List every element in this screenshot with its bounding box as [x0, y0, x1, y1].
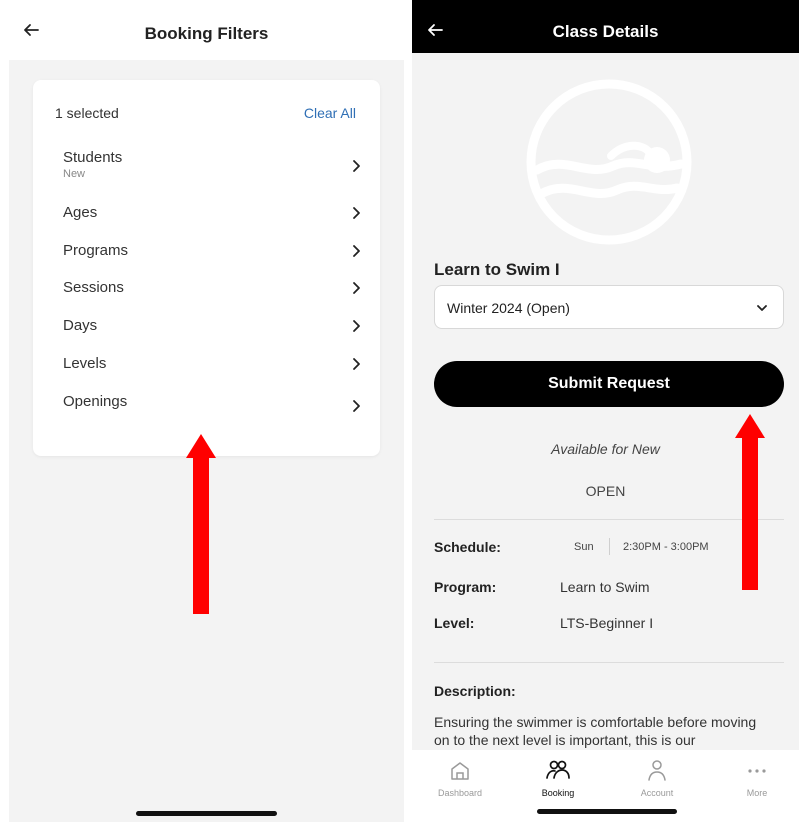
tab-account[interactable]: Account [617, 758, 697, 798]
filter-label: Ages [63, 204, 98, 221]
home-icon [451, 762, 469, 780]
filter-sublabel: New [63, 168, 86, 180]
filter-label: Openings [63, 393, 128, 410]
class-details-screen: Class Details Learn to Swim I Winter 202… [412, 0, 799, 820]
filter-item-days[interactable]: Days [63, 317, 360, 347]
person-icon [648, 760, 666, 781]
description-label: Description: [434, 683, 516, 699]
divider [434, 519, 784, 520]
filter-item-sessions[interactable]: Sessions [63, 279, 360, 309]
red-arrow-annotation-right [735, 414, 765, 590]
red-arrow-annotation-left [186, 434, 216, 614]
chevron-right-icon [353, 160, 360, 172]
filter-label: Students [63, 149, 123, 166]
booking-filters-screen: Booking Filters 1 selected Clear All Stu… [9, 0, 404, 822]
booking-filters-header: Booking Filters [9, 0, 404, 60]
filter-label: Programs [63, 242, 129, 259]
submit-request-button[interactable]: Submit Request [434, 361, 784, 407]
chevron-right-icon [353, 358, 360, 370]
divider [434, 662, 784, 663]
tab-label: Account [640, 788, 674, 798]
program-value: Learn to Swim [560, 579, 650, 595]
filter-item-ages[interactable]: Ages [63, 204, 360, 234]
filter-label: Levels [63, 355, 107, 372]
filter-item-openings[interactable]: Openings [63, 393, 360, 423]
tab-dashboard[interactable]: Dashboard [420, 758, 500, 798]
schedule-label: Schedule: [434, 539, 501, 555]
more-icon [748, 769, 766, 773]
chevron-right-icon [353, 320, 360, 332]
home-indicator [537, 809, 677, 814]
schedule-separator [609, 538, 610, 555]
home-indicator [136, 811, 277, 816]
swimmer-logo-icon [526, 79, 692, 245]
session-dropdown[interactable]: Winter 2024 (Open) [434, 285, 784, 329]
schedule-time: 2:30PM - 3:00PM [623, 541, 709, 553]
filter-label: Days [63, 317, 98, 334]
chevron-right-icon [353, 282, 360, 294]
people-icon [546, 760, 570, 779]
page-title: Booking Filters [144, 24, 269, 43]
chevron-right-icon [353, 245, 360, 257]
description-text: Ensuring the swimmer is comfortable befo… [434, 714, 757, 748]
class-title: Learn to Swim I [434, 260, 560, 279]
filter-item-students[interactable]: Students New [63, 149, 360, 180]
session-selected-value: Winter 2024 (Open) [447, 300, 570, 316]
level-label: Level: [434, 615, 475, 631]
chevron-right-icon [353, 400, 360, 412]
screenshot-root: Booking Filters 1 selected Clear All Stu… [0, 0, 799, 827]
level-value: LTS-Beginner I [560, 615, 654, 631]
chevron-right-icon [353, 207, 360, 219]
selected-count: 1 selected [55, 105, 119, 121]
tab-more[interactable]: More [717, 758, 797, 798]
page-title: Class Details [552, 22, 659, 41]
class-details-header: Class Details [412, 0, 799, 53]
chevron-down-icon [757, 305, 767, 311]
tab-label: Booking [541, 788, 575, 798]
tab-label: More [746, 788, 768, 798]
filter-item-programs[interactable]: Programs [63, 242, 360, 272]
tab-booking[interactable]: Booking [518, 758, 598, 798]
program-label: Program: [434, 579, 497, 595]
schedule-day: Sun [574, 541, 594, 553]
tab-label: Dashboard [437, 788, 483, 798]
filter-label: Sessions [63, 279, 124, 296]
clear-all-button[interactable]: Clear All [304, 105, 356, 121]
filter-item-levels[interactable]: Levels [63, 355, 360, 385]
filters-card: 1 selected Clear All Students New Ages P… [33, 80, 380, 456]
